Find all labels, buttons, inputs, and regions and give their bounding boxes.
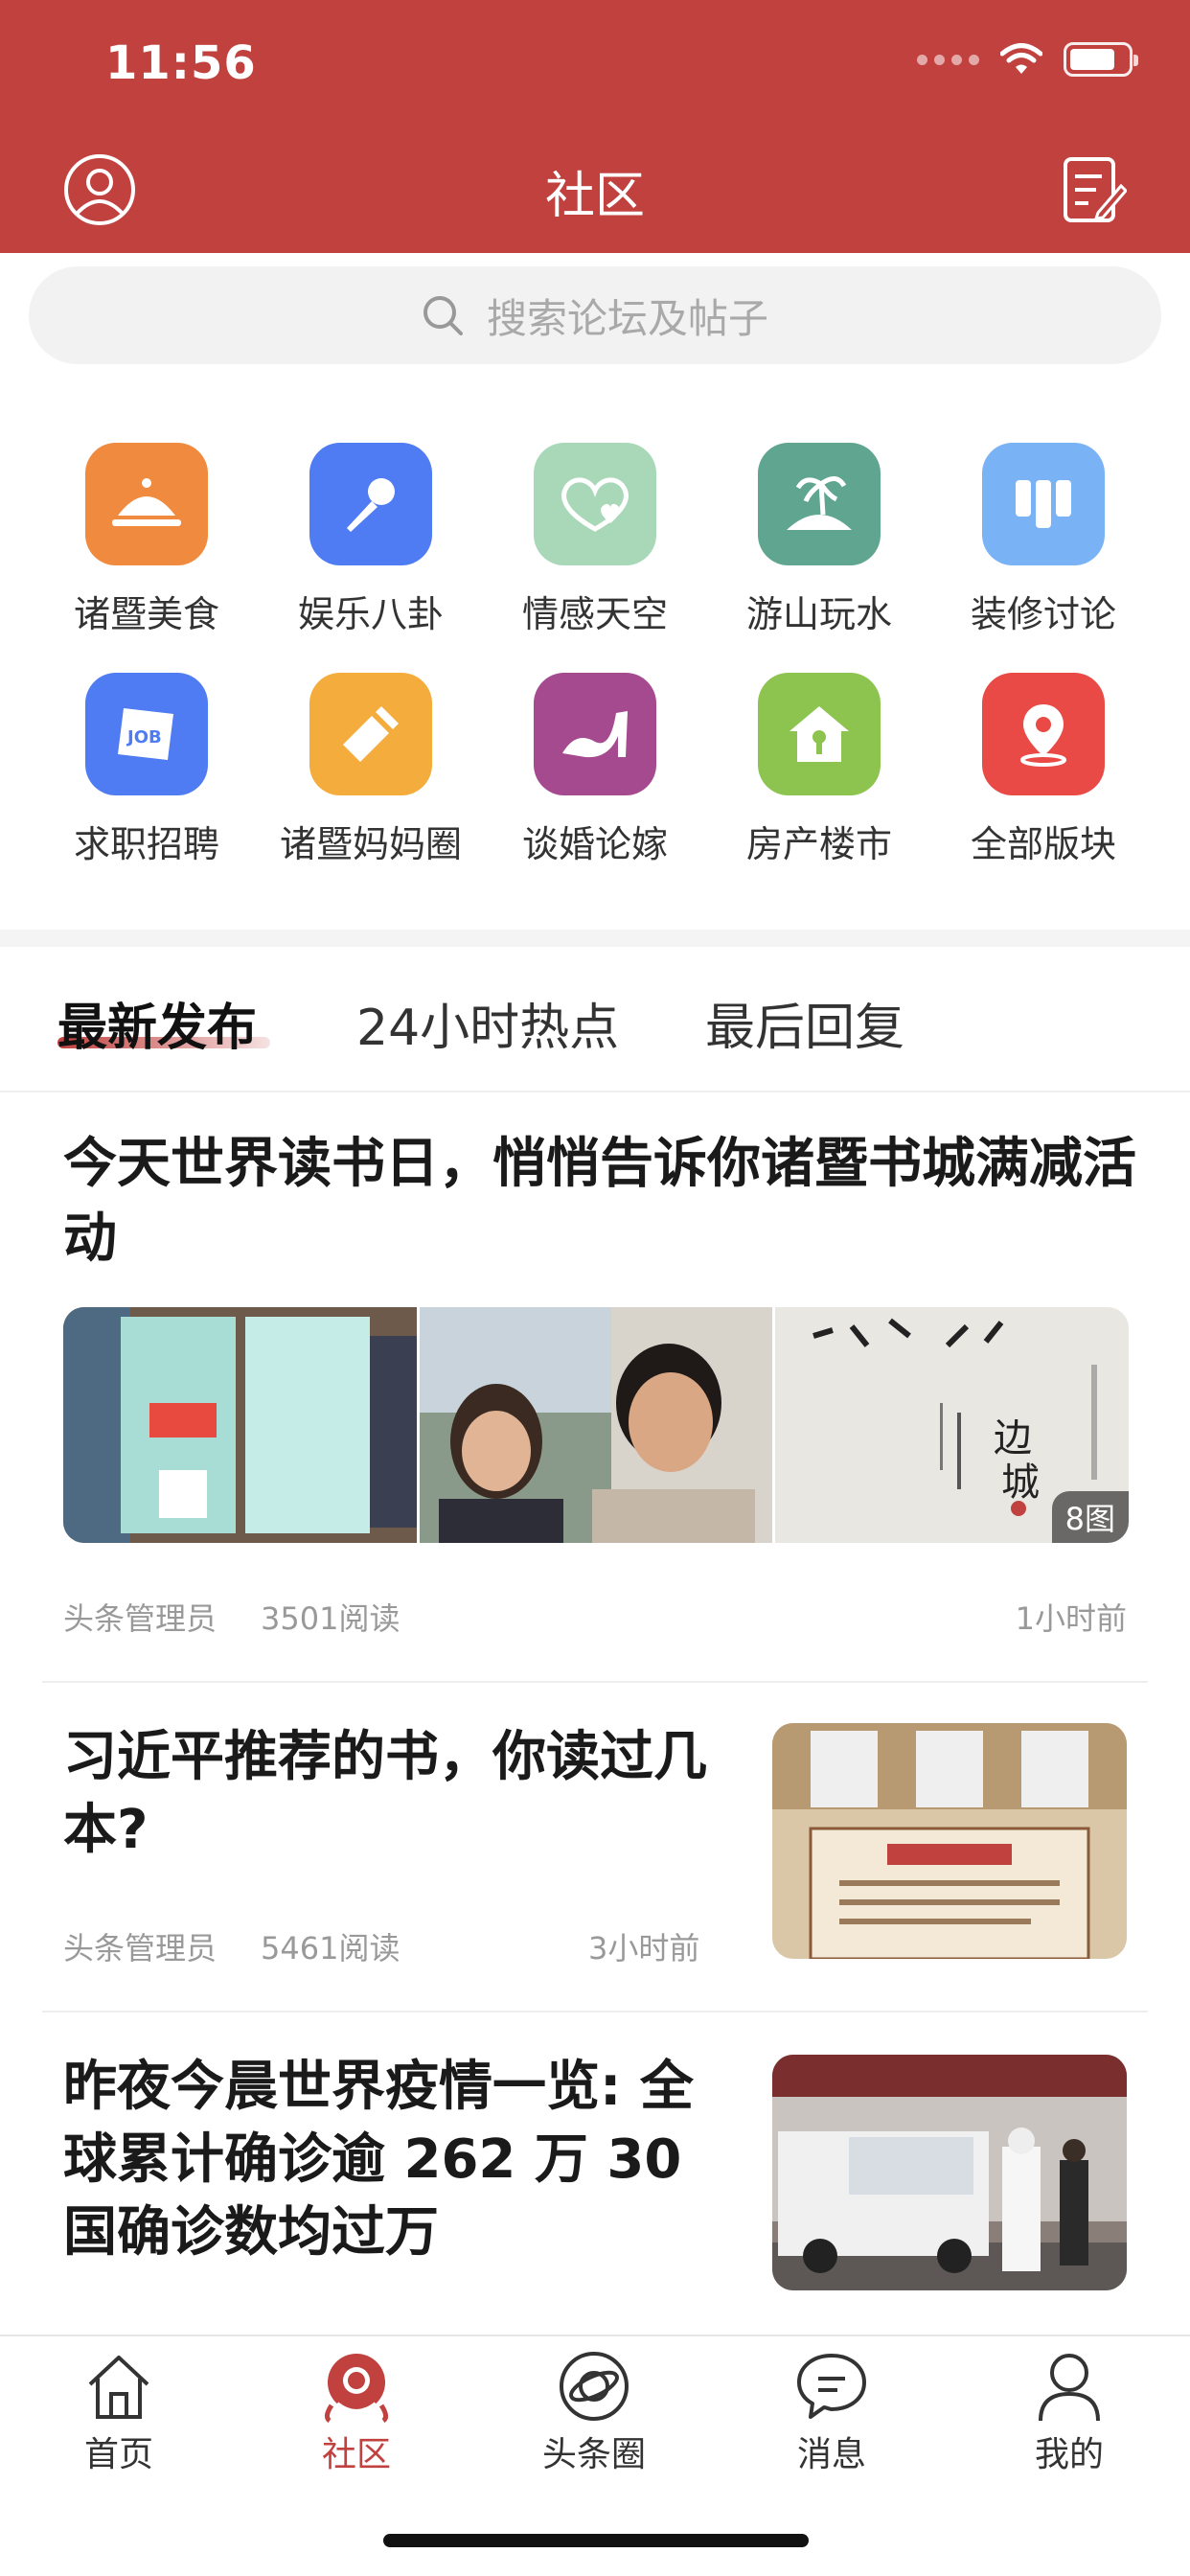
post-image-strip[interactable]: 边城 8图 <box>63 1307 1129 1543</box>
post-title[interactable]: 今天世界读书日，悄悄告诉你诸暨书城满减活动 <box>63 1127 1136 1276</box>
chat-bubble-icon <box>797 2354 866 2419</box>
food-cloche-icon <box>85 443 208 565</box>
section-divider <box>0 930 1190 947</box>
post-image <box>63 1307 417 1543</box>
signal-icon <box>917 54 979 65</box>
nav-label: 社区 <box>321 2435 391 2474</box>
post-author: 头条管理员 <box>63 1600 217 1637</box>
nav-messages[interactable]: 消息 <box>736 2350 927 2476</box>
svg-text:边: 边 <box>994 1416 1032 1460</box>
baby-bottle-icon <box>309 673 432 795</box>
nav-label: 头条圈 <box>541 2435 646 2474</box>
nav-profile[interactable]: 我的 <box>973 2350 1165 2476</box>
post-time: 1小时前 <box>1015 1600 1127 1637</box>
category-marriage[interactable]: 谈婚论嫁 <box>483 673 707 867</box>
post-divider <box>42 2011 1148 2012</box>
user-icon <box>1039 2354 1100 2422</box>
house-icon <box>758 673 881 795</box>
category-decoration[interactable]: 装修讨论 <box>931 443 1156 637</box>
nav-label: 我的 <box>1034 2435 1104 2474</box>
category-label: 情感天空 <box>521 593 668 635</box>
tab-last-reply[interactable]: 最后回复 <box>705 987 904 1059</box>
wifi-icon <box>1000 43 1042 74</box>
wallpaper-rolls-icon <box>982 443 1105 565</box>
category-romance[interactable]: 情感天空 <box>483 443 707 637</box>
category-label: 游山玩水 <box>745 593 892 635</box>
feed-tabs: 最新发布 24小时热点 最后回复 <box>0 947 1190 1092</box>
home-indicator[interactable] <box>383 2534 809 2547</box>
status-time: 11:56 <box>105 36 257 90</box>
search-icon <box>423 296 463 335</box>
category-label: 诸暨妈妈圈 <box>279 823 462 865</box>
category-entertainment[interactable]: 娱乐八卦 <box>259 443 483 637</box>
header-bar: 11:56 社区 <box>0 0 1190 253</box>
category-label: 全部版块 <box>970 823 1116 865</box>
category-label: 求职招聘 <box>73 823 219 865</box>
community-icon <box>324 2354 389 2423</box>
category-food[interactable]: 诸暨美食 <box>34 443 259 637</box>
category-label: 装修讨论 <box>970 593 1116 635</box>
nav-community[interactable]: 社区 <box>261 2350 452 2476</box>
status-icons <box>917 42 1138 77</box>
post-author: 头条管理员 <box>63 1930 217 1966</box>
post-image: 边城 8图 <box>775 1307 1129 1543</box>
category-label: 诸暨美食 <box>73 593 219 635</box>
high-heel-icon <box>534 673 656 795</box>
microphone-icon <box>309 443 432 565</box>
category-moms[interactable]: 诸暨妈妈圈 <box>259 673 483 867</box>
post-thumbnail[interactable] <box>772 1723 1127 1959</box>
svg-text:JOB: JOB <box>126 727 162 748</box>
compose-post-icon[interactable] <box>1062 153 1127 226</box>
nav-home[interactable]: 首页 <box>23 2350 215 2476</box>
category-label: 娱乐八卦 <box>297 593 444 635</box>
home-icon <box>88 2356 149 2419</box>
image-count-badge: 8图 <box>1051 1491 1129 1543</box>
tab-latest[interactable]: 最新发布 <box>57 987 257 1059</box>
post-title[interactable]: 习近平推荐的书，你读过几本? <box>63 1721 734 1867</box>
post-thumbnail[interactable] <box>772 2055 1127 2290</box>
circle-planet-icon <box>560 2352 629 2421</box>
palm-island-icon <box>758 443 881 565</box>
location-pin-icon <box>982 673 1105 795</box>
post-image <box>419 1307 773 1543</box>
post-read-count: 5461阅读 <box>261 1930 400 1966</box>
tab-24h-hot[interactable]: 24小时热点 <box>356 987 619 1059</box>
job-sign-icon: JOB <box>85 673 208 795</box>
nav-toutiao-circle[interactable]: 头条圈 <box>498 2350 690 2476</box>
category-realestate[interactable]: 房产楼市 <box>707 673 931 867</box>
page-title: 社区 <box>544 168 645 225</box>
battery-icon <box>1064 42 1138 77</box>
category-label: 谈婚论嫁 <box>521 823 668 865</box>
post-title[interactable]: 昨夜今晨世界疫情一览: 全球累计确诊逾 262 万 30 国确诊数均过万 <box>63 2051 734 2269</box>
category-all-boards[interactable]: 全部版块 <box>931 673 1156 867</box>
nav-label: 首页 <box>83 2435 153 2474</box>
community-screen: 11:56 社区 搜索论坛及帖子 诸暨美食 娱乐八卦 情感天空 游山玩水 装修讨… <box>0 0 1190 2576</box>
search-placeholder: 搜索论坛及帖子 <box>486 294 768 342</box>
category-travel[interactable]: 游山玩水 <box>707 443 931 637</box>
search-input[interactable]: 搜索论坛及帖子 <box>29 266 1161 364</box>
post-time: 3小时前 <box>588 1930 700 1966</box>
svg-text:城: 城 <box>1001 1460 1040 1505</box>
hearts-icon <box>534 443 656 565</box>
nav-label: 消息 <box>796 2435 866 2474</box>
post-divider <box>42 1681 1148 1683</box>
post-read-count: 3501阅读 <box>261 1600 400 1637</box>
category-label: 房产楼市 <box>745 823 892 865</box>
category-jobs[interactable]: JOB 求职招聘 <box>34 673 259 867</box>
